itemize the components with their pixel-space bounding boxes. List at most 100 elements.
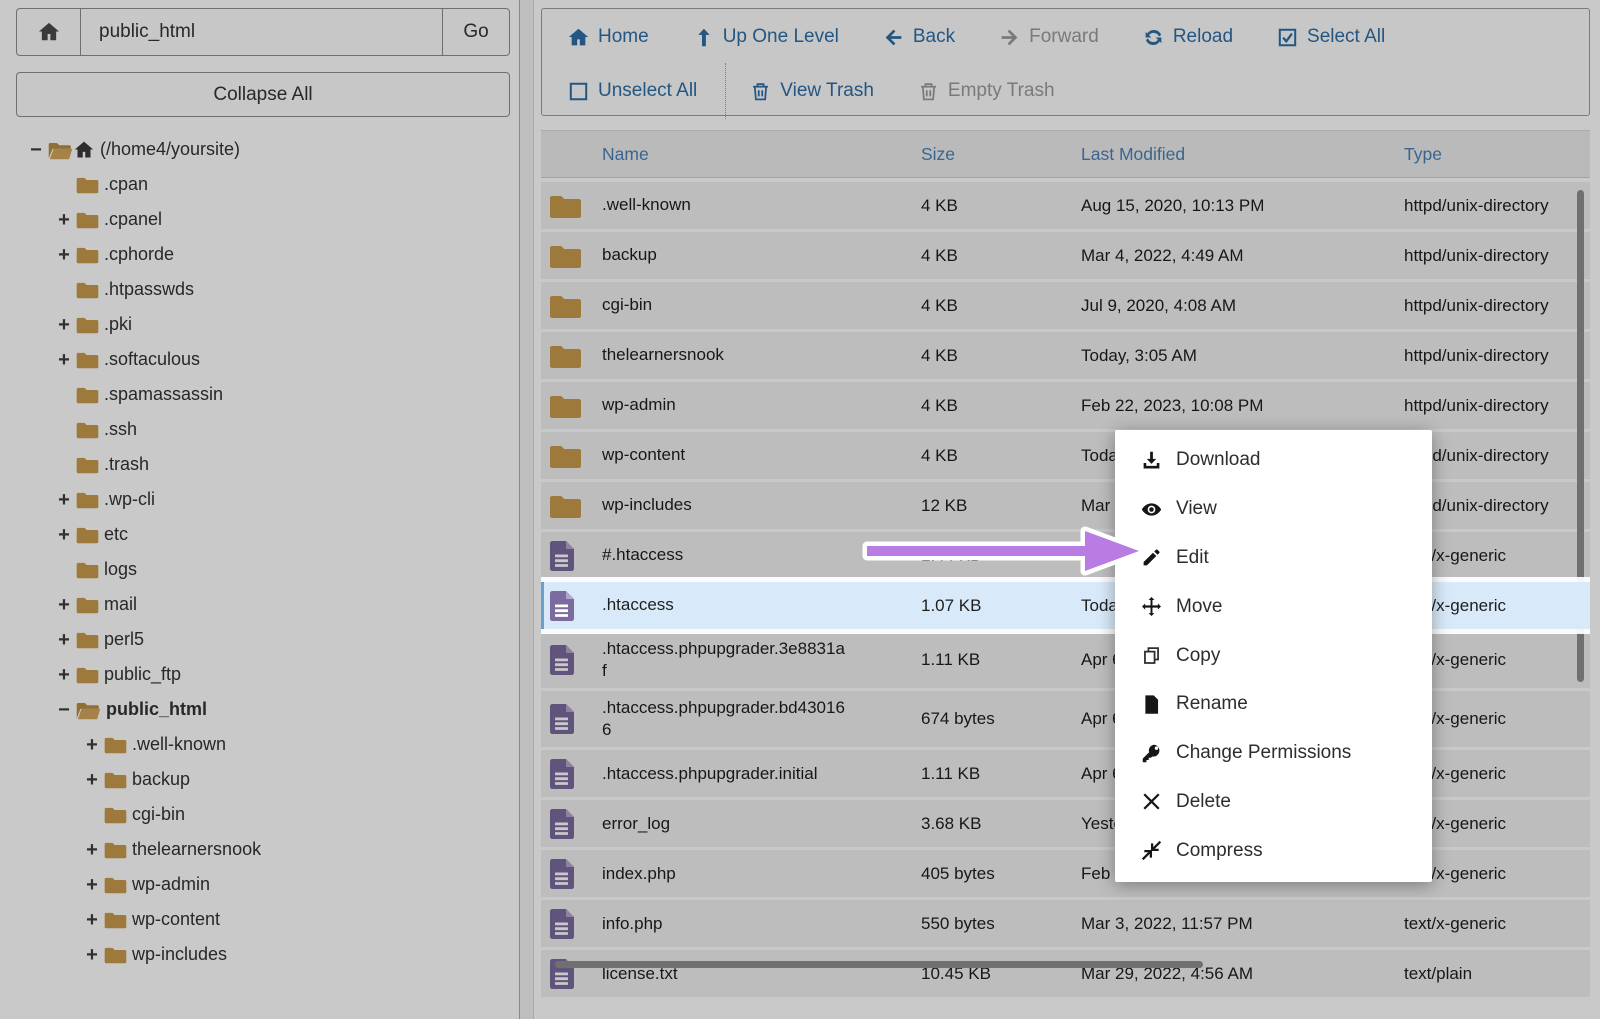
file-row[interactable]: cgi-bin4 KBJul 9, 2020, 4:08 AMhttpd/uni… [541, 282, 1590, 329]
tree-item-wp-includes[interactable]: +wp-includes [0, 937, 519, 972]
expand-plus-icon[interactable]: + [80, 910, 104, 930]
file-row[interactable]: .htaccess.phpupgrader.3e8831af1.11 KBApr… [541, 632, 1590, 688]
folder-icon [76, 665, 99, 684]
tree-item-cpan[interactable]: .cpan [0, 167, 519, 202]
expand-plus-icon[interactable]: + [52, 350, 76, 370]
tree-item-cphorde[interactable]: +.cphorde [0, 237, 519, 272]
expand-plus-icon[interactable]: + [52, 490, 76, 510]
file-row[interactable]: #.htaccess1.44 KBMar 4, 2022, 4:49 AMtex… [541, 532, 1590, 579]
file-row[interactable]: license.txt10.45 KBMar 29, 2022, 4:56 AM… [541, 950, 1590, 997]
path-input[interactable] [81, 9, 442, 55]
menu-item-copy[interactable]: Copy [1115, 631, 1432, 680]
tree-item-wp-content[interactable]: +wp-content [0, 902, 519, 937]
go-button[interactable]: Go [442, 9, 509, 55]
menu-item-edit[interactable]: Edit [1115, 534, 1432, 583]
tree-item-well-known[interactable]: +.well-known [0, 727, 519, 762]
path-input-group: Go [16, 8, 510, 56]
tree-item-label: backup [132, 769, 190, 790]
toolbar-view-trash[interactable]: View Trash [750, 80, 874, 102]
file-row[interactable]: backup4 KBMar 4, 2022, 4:49 AMhttpd/unix… [541, 232, 1590, 279]
file-icon [549, 590, 575, 622]
tree-item-public-ftp[interactable]: +public_ftp [0, 657, 519, 692]
file-row[interactable]: .htaccess.phpupgrader.initial1.11 KBApr … [541, 750, 1590, 797]
toolbar-unselect-all[interactable]: Unselect All [568, 80, 697, 102]
menu-item-move[interactable]: Move [1115, 582, 1432, 631]
tree-item-wp-cli[interactable]: +.wp-cli [0, 482, 519, 517]
collapse-minus-icon[interactable]: − [52, 700, 76, 720]
file-size: 4 KB [921, 346, 1081, 366]
column-header-size[interactable]: Size [921, 144, 1081, 165]
expand-plus-icon[interactable]: + [52, 245, 76, 265]
toolbar-select-all[interactable]: Select All [1277, 26, 1385, 48]
tree-item-spamassassin[interactable]: .spamassassin [0, 377, 519, 412]
folder-icon [76, 280, 99, 299]
toolbar-reload[interactable]: Reload [1143, 26, 1233, 48]
toolbar-forward: Forward [999, 26, 1099, 48]
file-row[interactable]: wp-content4 KBToday, 3:05 AMhttpd/unix-d… [541, 432, 1590, 479]
file-row[interactable]: .htaccess.phpupgrader.bd430166674 bytesA… [541, 691, 1590, 747]
menu-item-delete[interactable]: Delete [1115, 778, 1432, 827]
tree-item-logs[interactable]: logs [0, 552, 519, 587]
tree-item-trash[interactable]: .trash [0, 447, 519, 482]
toolbar-back[interactable]: Back [883, 26, 955, 48]
file-row[interactable]: wp-includes12 KBMar 4, 2022, 4:49 AMhttp… [541, 482, 1590, 529]
expand-plus-icon[interactable]: + [80, 735, 104, 755]
menu-item-compress[interactable]: Compress [1115, 826, 1432, 875]
tree-item-home4-yoursite[interactable]: − (/home4/yoursite) [0, 132, 519, 167]
tree-item-thelearnersnook[interactable]: +thelearnersnook [0, 832, 519, 867]
tree-item-wp-admin[interactable]: +wp-admin [0, 867, 519, 902]
tree-item-htpasswds[interactable]: .htpasswds [0, 272, 519, 307]
collapse-all-button[interactable]: Collapse All [16, 72, 510, 117]
menu-item-rename[interactable]: Rename [1115, 680, 1432, 729]
tree-item-label: (/home4/yoursite) [100, 139, 240, 160]
toolbar-label: Back [913, 26, 955, 48]
file-size: 1.44 KB [921, 546, 1081, 566]
expand-plus-icon[interactable]: + [80, 875, 104, 895]
expand-plus-icon[interactable]: + [52, 665, 76, 685]
tree-item-perl5[interactable]: +perl5 [0, 622, 519, 657]
tree-item-cgi-bin[interactable]: cgi-bin [0, 797, 519, 832]
file-row[interactable]: error_log3.68 KBYesterday, 11:09 PMtext/… [541, 800, 1590, 847]
file-size: 674 bytes [921, 709, 1081, 729]
file-row[interactable]: wp-admin4 KBFeb 22, 2023, 10:08 PMhttpd/… [541, 382, 1590, 429]
menu-item-view[interactable]: View [1115, 485, 1432, 534]
file-name: wp-content [602, 438, 847, 472]
toolbar-home[interactable]: Home [568, 26, 649, 48]
expand-plus-icon[interactable]: + [52, 630, 76, 650]
menu-item-change-permissions[interactable]: Change Permissions [1115, 729, 1432, 778]
column-header-last-modified[interactable]: Last Modified [1081, 144, 1404, 165]
expand-plus-icon[interactable]: + [52, 210, 76, 230]
tree-item-etc[interactable]: +etc [0, 517, 519, 552]
horizontal-scrollbar[interactable] [555, 961, 1203, 968]
expand-plus-icon[interactable]: + [52, 595, 76, 615]
file-row[interactable]: .well-known4 KBAug 15, 2020, 10:13 PMhtt… [541, 182, 1590, 229]
tree-item-ssh[interactable]: .ssh [0, 412, 519, 447]
collapse-minus-icon[interactable]: − [24, 140, 48, 160]
folder-icon [104, 875, 127, 894]
tree-item-cpanel[interactable]: +.cpanel [0, 202, 519, 237]
file-row[interactable]: thelearnersnook4 KBToday, 3:05 AMhttpd/u… [541, 332, 1590, 379]
tree-item-backup[interactable]: + backup [0, 762, 519, 797]
menu-item-download[interactable]: Download [1115, 436, 1432, 485]
expand-plus-icon[interactable]: + [80, 840, 104, 860]
folder-icon [76, 560, 99, 579]
tree-item-public-html[interactable]: −public_html [0, 692, 519, 727]
expand-plus-icon[interactable]: + [52, 525, 76, 545]
tree-item-pki[interactable]: +.pki [0, 307, 519, 342]
toolbar-up-one-level[interactable]: Up One Level [693, 26, 839, 48]
file-row[interactable]: index.php405 bytesFeb 6, 2020, 11:33 PMt… [541, 850, 1590, 897]
folder-icon [76, 525, 99, 544]
tree-item-mail[interactable]: +mail [0, 587, 519, 622]
file-name: .htaccess.phpupgrader.initial [602, 757, 847, 791]
column-header-name[interactable]: Name [602, 144, 921, 165]
file-size: 550 bytes [921, 914, 1081, 934]
expand-plus-icon[interactable]: + [52, 315, 76, 335]
expand-plus-icon[interactable]: + [80, 770, 104, 790]
column-header-type[interactable]: Type [1404, 144, 1590, 165]
file-row[interactable]: .htaccess1.07 KBToday, 3:05 AMtext/x-gen… [541, 582, 1590, 629]
home-directory-button[interactable] [17, 9, 81, 55]
file-row[interactable]: info.php550 bytesMar 3, 2022, 11:57 PMte… [541, 900, 1590, 947]
file-icon [549, 908, 575, 940]
expand-plus-icon[interactable]: + [80, 945, 104, 965]
tree-item-softaculous[interactable]: +.softaculous [0, 342, 519, 377]
